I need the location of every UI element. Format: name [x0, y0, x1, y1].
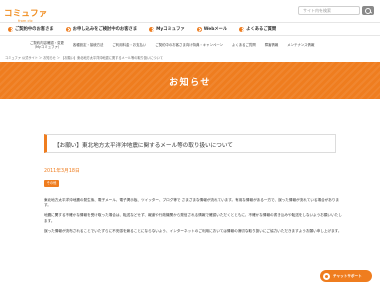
article-paragraph: 地震に関する不確かな情報を受け取った場合は、転送などせず、報道や行政機関から発信…	[44, 213, 342, 223]
nav-item-label: Myコミュファ	[156, 27, 185, 32]
subnav-item-campaigns[interactable]: ご契約中のお客さま向け特典・キャンペーン	[155, 43, 223, 47]
page-banner: お知らせ	[0, 62, 380, 99]
nav-item-label: Webメール	[203, 27, 228, 32]
chat-icon	[323, 272, 330, 280]
article-paragraph: 誤った情報が流布されることでいたずらに不安感を煽ることにならないよう、インターネ…	[44, 228, 342, 233]
nav-item-webmail[interactable]: Webメール	[196, 23, 228, 35]
article-body: 東北地方太平洋沖地震の発生後、電子メール、電子掲示板、ツイッター、ブログ等で さ…	[44, 198, 344, 239]
article-paragraph: 東北地方太平洋沖地震の発生後、電子メール、電子掲示板、ツイッター、ブログ等で さ…	[44, 198, 340, 208]
nav-item-subscribers[interactable]: ご契約中のお客さま	[8, 23, 54, 35]
sub-navigation: ご契約内容確認・変更 （Myコミュファ） 各種設定・接続方法 ご利用料金・お支払…	[0, 37, 380, 53]
subnav-item-outages[interactable]: 障害情報	[265, 43, 279, 47]
arrow-circle-icon	[8, 26, 13, 32]
arrow-circle-icon	[196, 26, 202, 32]
site-header: コミュファ from ctc サイト内を検索	[0, 0, 380, 24]
arrow-circle-icon	[65, 26, 71, 32]
subnav-item-maintenance[interactable]: メンテナンス情報	[287, 43, 314, 47]
arrow-circle-icon	[149, 26, 155, 32]
arrow-circle-icon	[239, 26, 245, 32]
site-logo[interactable]: コミュファ from ctc	[4, 3, 48, 24]
search-input[interactable]: サイト内を検索	[298, 6, 360, 15]
nav-item-label: ご契約中のお客さま	[15, 27, 54, 32]
nav-item-label: よくあるご質問	[246, 27, 277, 32]
category-badge: その他	[44, 180, 59, 187]
article-title-box: 【お願い】東北地方太平洋沖地震に関するメール等の取り扱いについて	[44, 134, 336, 153]
page-title: お知らせ	[169, 78, 211, 88]
subnav-item-settings[interactable]: 各種設定・接続方法	[73, 43, 104, 47]
subnav-item-faq[interactable]: よくあるご質問	[232, 43, 256, 47]
nav-item-mycommufa[interactable]: Myコミュファ	[149, 23, 185, 35]
article-date: 2011年3月18日	[44, 169, 80, 174]
breadcrumb[interactable]: コミュファ 公式サイト ＞ お知らせ ＞ 【お願い】東北地方太平洋沖地震に関する…	[5, 55, 163, 60]
nav-item-faq[interactable]: よくあるご質問	[239, 23, 276, 35]
nav-item-label: お申し込みをご検討中のお客さま	[72, 27, 138, 32]
chat-support-button[interactable]: チャットサポート	[320, 270, 372, 282]
chat-support-label: チャットサポート	[333, 273, 362, 278]
subnav-item-billing[interactable]: ご利用料金・お支払い	[112, 43, 146, 47]
subnav-item-contract[interactable]: ご契約内容確認・変更 （Myコミュファ）	[30, 41, 64, 49]
article-title: 【お願い】東北地方太平洋沖地震に関するメール等の取り扱いについて	[54, 143, 233, 149]
nav-item-prospects[interactable]: お申し込みをご検討中のお客さま	[65, 23, 138, 35]
search-icon[interactable]	[362, 6, 374, 15]
logo-text: コミュファ	[4, 9, 48, 19]
main-navigation: ご契約中のお客さま お申し込みをご検討中のお客さま Myコミュファ Webメール…	[0, 22, 380, 36]
